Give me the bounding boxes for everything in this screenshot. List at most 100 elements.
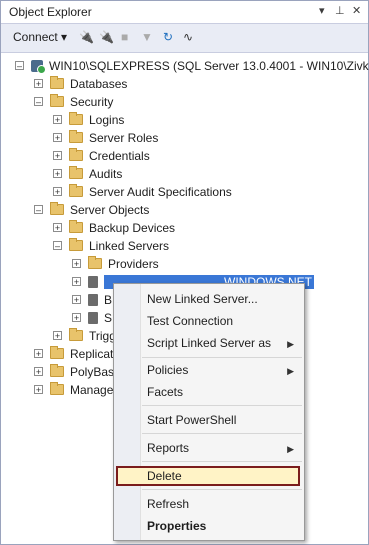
window-menu-icon[interactable]: ▾ xyxy=(319,4,325,17)
folder-icon xyxy=(69,220,83,234)
folder-icon xyxy=(69,148,83,162)
folder-icon xyxy=(69,112,83,126)
expand-icon[interactable]: + xyxy=(53,223,62,233)
menu-separator xyxy=(142,405,302,406)
menu-separator xyxy=(142,489,302,490)
disconnect-icon[interactable]: 🔌 xyxy=(99,30,114,44)
refresh-icon[interactable]: ↻ xyxy=(163,30,173,44)
linked-server-3-label: S xyxy=(104,310,113,325)
filter-icon[interactable]: ▼ xyxy=(141,30,153,44)
pin-icon[interactable]: ⊥ xyxy=(335,4,345,17)
menu-item-properties[interactable]: Properties xyxy=(147,519,206,533)
logins-label: Logins xyxy=(89,112,125,127)
expand-icon[interactable]: + xyxy=(53,133,62,143)
linked-server-2-label: B xyxy=(104,292,113,307)
tree-node-providers[interactable]: + Providers xyxy=(72,254,159,272)
linked-servers-label: Linked Servers xyxy=(89,238,170,253)
backup-devices-label: Backup Devices xyxy=(89,220,176,235)
tree-node-server-audit-specs[interactable]: + Server Audit Specifications xyxy=(53,182,232,200)
menu-item-refresh[interactable]: Refresh xyxy=(147,497,189,511)
menu-item-policies[interactable]: Policies xyxy=(147,363,188,377)
expand-icon[interactable]: + xyxy=(72,313,81,323)
menu-item-reports[interactable]: Reports xyxy=(147,441,189,455)
title-bar: Object Explorer ▾ ⊥ ✕ xyxy=(1,1,368,24)
submenu-arrow-icon: ▶ xyxy=(287,366,294,376)
replication-label: Replicat xyxy=(70,346,114,361)
collapse-icon[interactable]: – xyxy=(15,61,24,71)
expand-icon[interactable]: + xyxy=(53,151,62,161)
window-title: Object Explorer xyxy=(9,5,92,19)
folder-icon xyxy=(69,184,83,198)
tree-node-linked-server-3[interactable]: + S xyxy=(72,308,112,326)
menu-item-script-linked-server[interactable]: Script Linked Server as xyxy=(147,336,271,350)
menu-item-facets[interactable]: Facets xyxy=(147,385,183,399)
expand-icon[interactable]: + xyxy=(53,115,62,125)
delete-highlight xyxy=(116,466,300,486)
connect-object-icon[interactable]: 🔌 xyxy=(79,30,94,44)
expand-icon[interactable]: + xyxy=(34,79,43,89)
tree-node-server[interactable]: – WIN10\SQLEXPRESS (SQL Server 13.0.4001 … xyxy=(15,56,369,74)
tree-node-audits[interactable]: + Audits xyxy=(53,164,122,182)
collapse-icon[interactable]: – xyxy=(53,241,62,251)
collapse-icon[interactable]: – xyxy=(34,205,43,215)
expand-icon[interactable]: + xyxy=(34,367,43,377)
expand-icon[interactable]: + xyxy=(53,187,62,197)
tree-node-databases[interactable]: + Databases xyxy=(34,74,127,92)
expand-icon[interactable]: + xyxy=(34,385,43,395)
server-audit-specs-label: Server Audit Specifications xyxy=(89,184,232,199)
close-icon[interactable]: ✕ xyxy=(352,4,361,17)
activity-monitor-icon[interactable]: ∿ xyxy=(183,30,193,44)
credentials-label: Credentials xyxy=(89,148,150,163)
tree-node-linked-server-2[interactable]: + B xyxy=(72,290,112,308)
menu-item-new-linked-server[interactable]: New Linked Server... xyxy=(147,292,258,306)
menu-item-test-connection[interactable]: Test Connection xyxy=(147,314,233,328)
object-explorer-window: Object Explorer ▾ ⊥ ✕ Connect ▾ 🔌 🔌 ■ ▼ … xyxy=(0,0,369,545)
tree-node-server-roles[interactable]: + Server Roles xyxy=(53,128,158,146)
tree-node-management[interactable]: + Manage xyxy=(34,380,113,398)
expand-icon[interactable]: + xyxy=(72,259,81,269)
menu-item-start-powershell[interactable]: Start PowerShell xyxy=(147,413,236,427)
toolbar: Connect ▾ 🔌 🔌 ■ ▼ ↻ ∿ xyxy=(1,24,368,53)
tree-node-security[interactable]: – Security xyxy=(34,92,113,110)
folder-icon xyxy=(50,382,64,396)
tree-node-server-objects[interactable]: – Server Objects xyxy=(34,200,149,218)
folder-icon xyxy=(69,130,83,144)
expand-icon[interactable]: + xyxy=(72,277,81,287)
context-menu: New Linked Server... Test Connection Scr… xyxy=(113,283,305,541)
tree-node-replication[interactable]: + Replicat xyxy=(34,344,113,362)
collapse-icon[interactable]: – xyxy=(34,97,43,107)
menu-separator xyxy=(142,433,302,434)
polybase-label: PolyBas xyxy=(70,364,115,379)
expand-icon[interactable]: + xyxy=(72,295,81,305)
server-label: WIN10\SQLEXPRESS (SQL Server 13.0.4001 -… xyxy=(49,58,369,73)
triggers-label: Trigg xyxy=(89,328,116,343)
tree-node-linked-servers[interactable]: – Linked Servers xyxy=(53,236,169,254)
folder-icon xyxy=(50,94,64,108)
audits-label: Audits xyxy=(89,166,123,181)
menu-separator xyxy=(142,461,302,462)
providers-label: Providers xyxy=(108,256,159,271)
menu-item-delete[interactable]: Delete xyxy=(147,469,182,483)
submenu-arrow-icon: ▶ xyxy=(287,339,294,349)
folder-icon xyxy=(50,202,64,216)
expand-icon[interactable]: + xyxy=(53,331,62,341)
linked-server-icon xyxy=(88,275,98,288)
tree-node-polybase[interactable]: + PolyBas xyxy=(34,362,114,380)
databases-label: Databases xyxy=(70,76,128,91)
expand-icon[interactable]: + xyxy=(53,169,62,179)
stop-icon[interactable]: ■ xyxy=(121,30,128,44)
tree-node-triggers[interactable]: + Trigg xyxy=(53,326,116,344)
linked-server-icon xyxy=(88,293,98,306)
connect-button[interactable]: Connect ▾ xyxy=(13,30,67,44)
menu-icon-strip xyxy=(114,284,141,540)
folder-icon xyxy=(69,166,83,180)
expand-icon[interactable]: + xyxy=(34,349,43,359)
tree-node-credentials[interactable]: + Credentials xyxy=(53,146,150,164)
management-label: Manage xyxy=(70,382,114,397)
folder-icon xyxy=(69,238,83,252)
server-icon xyxy=(31,59,46,74)
menu-separator xyxy=(142,357,302,358)
tree-node-logins[interactable]: + Logins xyxy=(53,110,124,128)
security-label: Security xyxy=(70,94,114,109)
tree-node-backup-devices[interactable]: + Backup Devices xyxy=(53,218,175,236)
